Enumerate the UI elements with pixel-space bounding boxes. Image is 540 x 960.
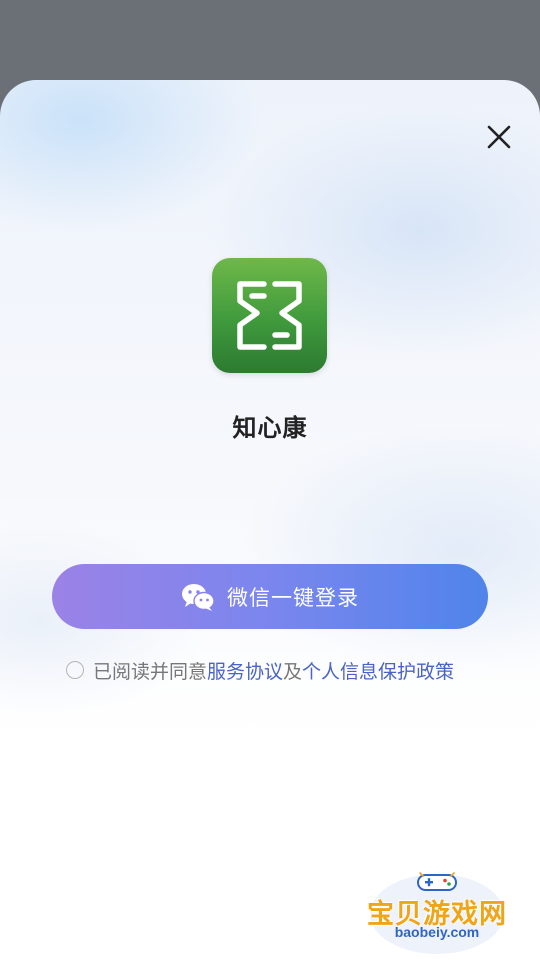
privacy-policy-link[interactable]: 个人信息保护政策 xyxy=(302,657,454,684)
close-icon xyxy=(487,125,511,149)
wechat-login-button[interactable]: 微信一键登录 xyxy=(52,564,488,629)
site-watermark: 宝贝游戏网 baobeiy.com xyxy=(362,866,512,956)
watermark-url: baobeiy.com xyxy=(394,924,480,940)
agreement-row: 已阅读并同意 服务协议 及 个人信息保护政策 xyxy=(66,657,454,684)
agreement-prefix: 已阅读并同意 xyxy=(93,661,208,683)
app-name: 知心康 xyxy=(232,415,308,442)
agreement-joiner: 及 xyxy=(283,661,303,683)
login-sheet: 知心康 微信一键登录 已阅读并同意 服务协议 及 个人信息保护政策 xyxy=(0,80,540,960)
zhixinkang-logo-icon xyxy=(237,281,302,350)
close-button[interactable] xyxy=(480,118,518,156)
gamepad-icon xyxy=(417,872,457,891)
wechat-icon xyxy=(182,583,215,611)
login-button-label: 微信一键登录 xyxy=(227,586,359,610)
agreement-checkbox[interactable] xyxy=(66,661,84,679)
app-logo xyxy=(212,258,327,373)
service-agreement-link[interactable]: 服务协议 xyxy=(207,657,283,684)
